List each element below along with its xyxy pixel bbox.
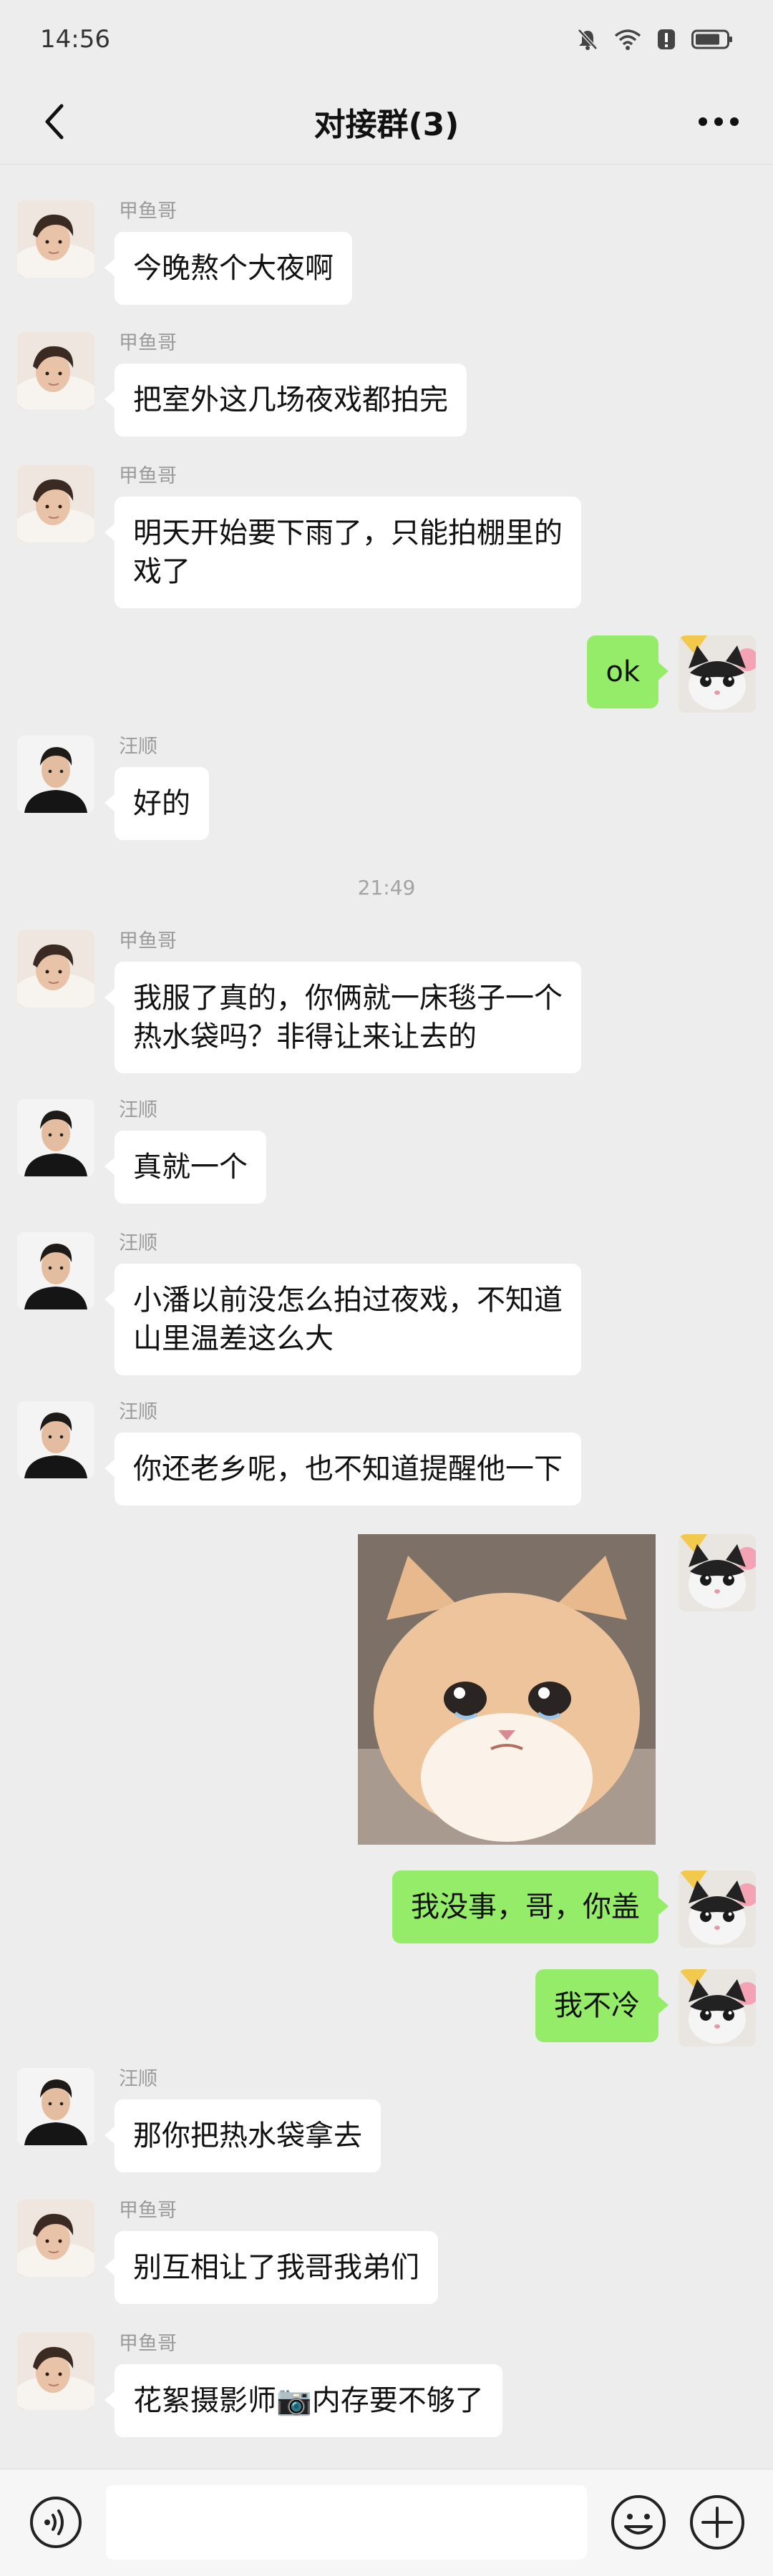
chat-timestamp: 21:49 — [357, 876, 416, 899]
avatar-wangshun[interactable] — [17, 1232, 94, 1309]
mute-icon — [578, 29, 598, 50]
signal-alert-icon — [658, 29, 675, 49]
message-input[interactable] — [106, 2485, 587, 2560]
avatar-jiayuge[interactable] — [17, 930, 94, 1008]
chevron-left-icon — [45, 104, 64, 140]
sender-name: 甲鱼哥 — [119, 930, 177, 952]
sender-name: 汪顺 — [119, 1401, 157, 1423]
message-bubble[interactable]: 真就一个 — [104, 1131, 266, 1204]
message-bubble[interactable]: 小潘以前没怎么拍过夜戏，不知道 山里温差这么大 — [104, 1264, 581, 1375]
message-bubble-self[interactable]: 我不冷 — [535, 1969, 669, 2042]
message-bubble-self[interactable]: 我没事，哥，你盖 — [392, 1870, 669, 1943]
emoji-button[interactable] — [606, 2489, 671, 2555]
message-bubble[interactable]: 别互相让了我哥我弟们 — [104, 2231, 438, 2304]
avatar-wangshun[interactable] — [17, 736, 94, 813]
voice-button[interactable] — [23, 2489, 89, 2555]
message-bubble[interactable]: 你还老乡呢，也不知道提醒他一下 — [104, 1433, 581, 1506]
sender-name: 汪顺 — [119, 736, 157, 758]
message-bubble[interactable]: 那你把热水袋拿去 — [104, 2099, 381, 2172]
more-functions-button[interactable] — [684, 2489, 750, 2555]
chat-title: 对接群(3) — [313, 106, 460, 143]
avatar-wangshun[interactable] — [17, 1401, 94, 1478]
sender-name: 甲鱼哥 — [119, 332, 177, 354]
chat-header: 对接群(3) — [0, 79, 773, 165]
avatar-self[interactable] — [679, 1534, 756, 1611]
avatar-jiayuge[interactable] — [17, 465, 94, 542]
sender-name: 汪顺 — [119, 1232, 157, 1254]
plus-circle-icon — [690, 2495, 744, 2550]
sender-name: 汪顺 — [119, 2068, 157, 2090]
message-bubble[interactable]: 好的 — [104, 767, 209, 840]
more-icon — [699, 117, 739, 126]
message-bubble[interactable]: 我服了真的，你俩就一床毯子一个 热水袋吗？非得让来让去的 — [104, 962, 581, 1073]
avatar-jiayuge[interactable] — [17, 332, 94, 409]
message-bubble[interactable]: 把室外这几场夜戏都拍完 — [104, 364, 467, 436]
status-bar: 14:56 — [0, 0, 773, 79]
back-button[interactable] — [29, 96, 80, 147]
sender-name: 甲鱼哥 — [119, 465, 177, 487]
sender-name: 甲鱼哥 — [119, 200, 177, 223]
avatar-jiayuge[interactable] — [17, 2200, 94, 2277]
more-button[interactable] — [690, 96, 747, 147]
avatar-jiayuge[interactable] — [17, 2333, 94, 2410]
avatar-jiayuge[interactable] — [17, 200, 94, 278]
emoji-icon — [611, 2495, 666, 2550]
avatar-wangshun[interactable] — [17, 1099, 94, 1176]
wifi-icon — [614, 29, 641, 50]
sender-name: 汪顺 — [119, 1099, 157, 1121]
avatar-self[interactable] — [679, 1969, 756, 2046]
battery-icon — [691, 29, 732, 49]
avatar-wangshun[interactable] — [17, 2068, 94, 2145]
message-bubble[interactable]: 花絮摄影师📷内存要不够了 — [104, 2364, 502, 2437]
sender-name: 甲鱼哥 — [119, 2333, 177, 2355]
status-icons — [577, 28, 733, 51]
avatar-self[interactable] — [679, 1870, 756, 1948]
message-bubble[interactable]: 今晚熬个大夜啊 — [104, 232, 352, 305]
sad-cat-sticker[interactable] — [358, 1534, 656, 1845]
voice-icon — [30, 2497, 82, 2548]
input-bar — [0, 2469, 773, 2576]
message-bubble[interactable]: 明天开始要下雨了，只能拍棚里的 戏了 — [104, 497, 581, 608]
status-time: 14:56 — [40, 25, 110, 54]
avatar-self[interactable] — [679, 635, 756, 713]
message-bubble-self[interactable]: ok — [587, 635, 669, 708]
sender-name: 甲鱼哥 — [119, 2200, 177, 2222]
